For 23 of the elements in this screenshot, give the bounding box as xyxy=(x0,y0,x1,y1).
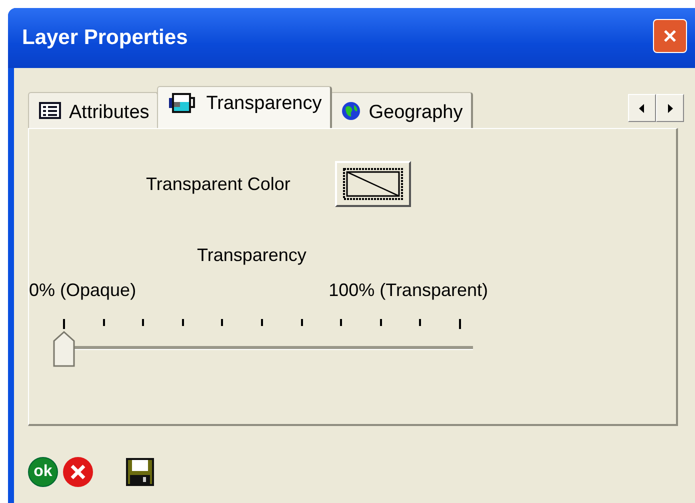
tab[interactable]: Geography xyxy=(330,92,473,128)
tab[interactable]: Attributes xyxy=(28,92,160,128)
tab[interactable]: Transparency xyxy=(157,86,332,128)
save-button[interactable] xyxy=(126,458,154,486)
close-button[interactable] xyxy=(653,19,687,53)
max-label: 100% (Transparent) xyxy=(328,280,488,301)
color-picker-button[interactable] xyxy=(335,161,412,207)
cancel-icon xyxy=(62,456,94,488)
left-arrow-icon xyxy=(639,104,645,112)
window-title: Layer Properties xyxy=(22,26,188,50)
transparent-color-label: Transparent Color xyxy=(146,174,290,194)
cancel-button[interactable] xyxy=(62,456,94,488)
no-color-swatch-icon xyxy=(342,167,404,201)
globe-icon xyxy=(340,100,361,120)
min-label: 0% (Opaque) xyxy=(29,280,136,301)
slider-thumb[interactable] xyxy=(53,331,75,367)
scroll-left-button[interactable] xyxy=(628,94,656,122)
table-icon xyxy=(39,102,61,119)
close-icon xyxy=(662,28,678,44)
transparency-label: Transparency xyxy=(197,245,306,265)
ok-button[interactable]: ok xyxy=(28,457,58,487)
right-arrow-icon xyxy=(667,104,673,112)
scroll-right-button[interactable] xyxy=(656,94,684,122)
